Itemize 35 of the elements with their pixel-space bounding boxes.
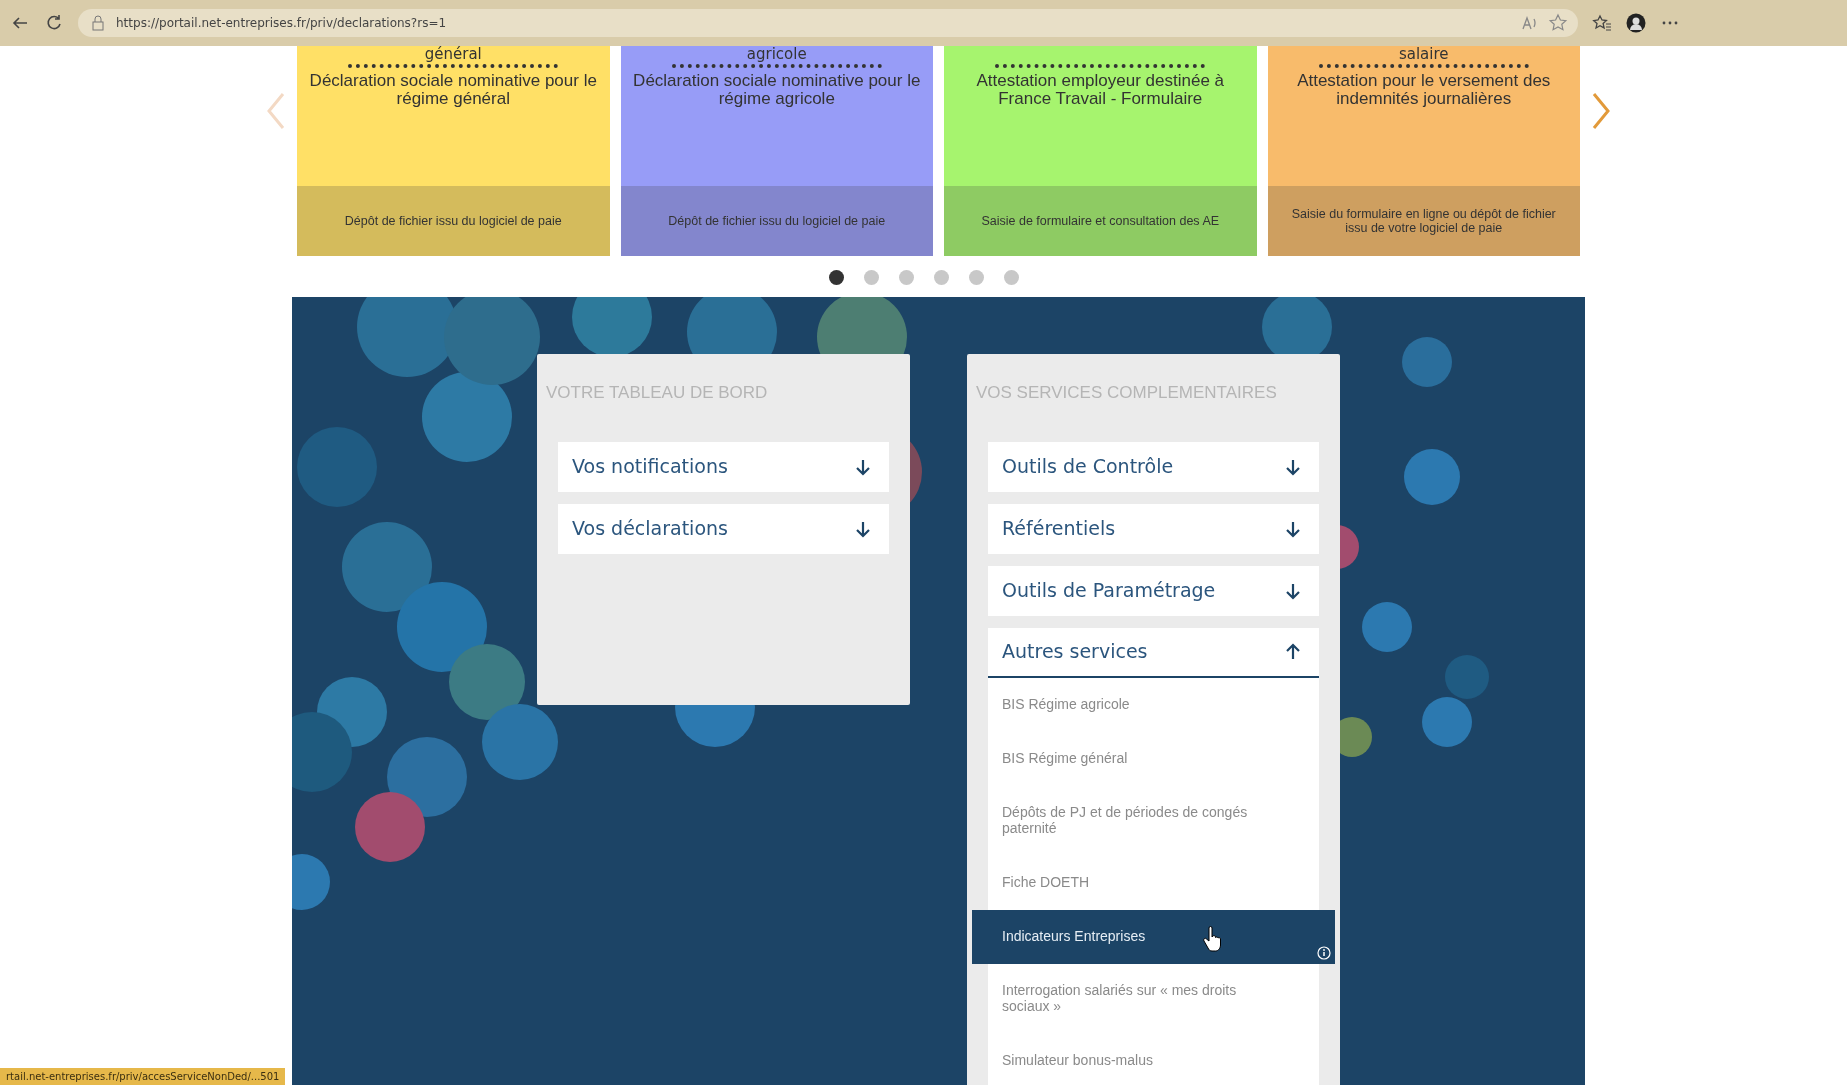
address-bar[interactable]: https://portail.net-entreprises.fr/priv/declarations?rs=1: [78, 9, 1578, 37]
accordion-header[interactable]: Vos notifications: [558, 441, 889, 492]
accordion-header[interactable]: Autres services: [988, 627, 1319, 678]
card-footer: Saisie de formulaire et consultation des AE: [944, 186, 1257, 256]
info-icon: [1317, 945, 1331, 960]
accordion-header[interactable]: Outils de Contrôle: [988, 441, 1319, 492]
service-card[interactable]: agricole Déclaration sociale nominative pour le régime agricole Dépôt de fichier issu du logiciel de paie: [620, 46, 933, 256]
service-card[interactable]: Attestation employeur destinée à France Travail - Formulaire Saisie de formulaire et consultation des AE: [944, 46, 1257, 256]
carousel-dot[interactable]: [863, 270, 879, 285]
card-title: salaire: [1398, 46, 1449, 62]
carousel-dot[interactable]: [898, 270, 914, 285]
carousel-dot[interactable]: [933, 270, 949, 285]
service-card[interactable]: salaire Attestation pour le versement des indemnités journalières Saisie du formulaire en ligne ou dépôt de fichier issu de votre logiciel de paie: [1267, 46, 1580, 256]
carousel-dot[interactable]: [968, 270, 984, 285]
card-description: Attestation pour le versement des indemnités journalières: [1296, 72, 1552, 108]
url-text: https://portail.net-entreprises.fr/priv/declarations?rs=1: [116, 15, 447, 32]
accordion-header[interactable]: Vos déclarations: [558, 503, 889, 554]
carousel-dot[interactable]: [1003, 270, 1019, 285]
card-description: Attestation employeur destinée à France Travail - Formulaire: [975, 72, 1226, 108]
service-card[interactable]: général Déclaration sociale nominative pour le régime général Dépôt de fichier issu du logiciel de paie: [297, 46, 610, 256]
carousel-dot[interactable]: [828, 270, 844, 285]
accordion-header[interactable]: Outils de Paramétrage: [988, 565, 1319, 616]
card-footer: Dépôt de fichier issu du logiciel de paie: [620, 186, 933, 256]
card-footer: Saisie du formulaire en ligne ou dépôt de fichier issu de votre logiciel de paie: [1267, 186, 1580, 256]
favorites-icon[interactable]: [1592, 13, 1612, 33]
card-footer: Dépôt de fichier issu du logiciel de paie: [297, 186, 610, 256]
card-title: agricole: [746, 46, 807, 62]
accordion-header[interactable]: Référentiels: [988, 503, 1319, 554]
card-description: Déclaration sociale nominative pour le régime agricole: [632, 72, 922, 108]
avatar-icon[interactable]: [1626, 13, 1646, 33]
star-icon[interactable]: [1548, 13, 1568, 33]
card-description: Déclaration sociale nominative pour le régime général: [308, 72, 598, 108]
hand-cursor-icon: [1202, 925, 1222, 952]
submenu-link[interactable]: Indicateurs Entreprises: [972, 909, 1335, 964]
card-title: général: [424, 46, 482, 62]
